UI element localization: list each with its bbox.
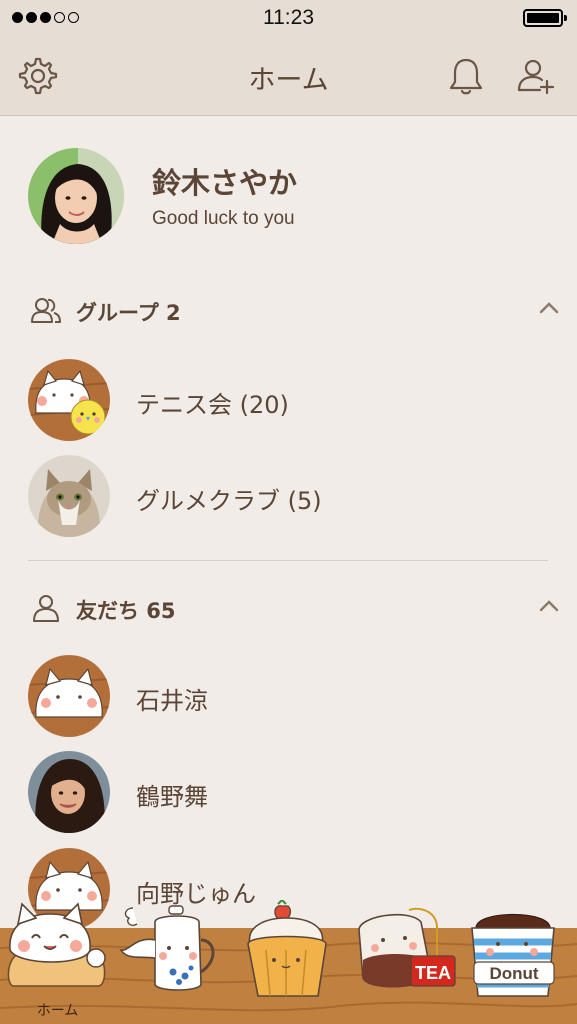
chevron-up-icon[interactable] [538,300,560,316]
donut-label-text: Donut [489,964,538,983]
groups-section-header[interactable]: グループ 2 [30,294,560,328]
section-divider [28,560,548,561]
tab-4[interactable]: TEA [345,900,460,1024]
profile-name: 鈴木さやか [152,166,298,200]
friend-avatar-photo [28,751,110,833]
group-avatar-cat-photo [28,455,110,537]
friend-row[interactable]: 石井涼 [28,655,548,739]
group-avatar-cat-bird [28,359,110,441]
friend-name: 鶴野舞 [136,783,208,811]
friend-icon [30,594,62,622]
battery-icon [523,9,567,27]
group-name: グルメクラブ (5) [136,487,322,515]
chevron-up-icon[interactable] [538,598,560,614]
friends-section-header[interactable]: 友だち 65 [30,592,560,626]
tab-2[interactable] [115,900,230,1024]
tab-5[interactable]: Donut [460,900,575,1024]
profile-status-message: Good luck to you [152,208,295,229]
group-icon [30,296,62,324]
friends-title: 友だち 65 [76,599,176,623]
donut-cup-icon: Donut [471,914,555,997]
friend-row[interactable]: 鶴野舞 [28,751,548,835]
teapot-icon [119,905,215,991]
profile-avatar[interactable] [28,148,124,244]
groups-title: グループ 2 [76,301,181,325]
notification-bell-icon[interactable] [446,56,486,96]
tea-tag-text: TEA [415,963,451,983]
tab-3[interactable] [230,900,345,1024]
tab-home[interactable]: ホーム [0,900,115,1024]
bread-cat-icon [7,902,106,987]
status-bar: 11:23 [0,0,577,36]
page-title: ホーム [248,65,329,96]
add-friend-icon[interactable] [516,56,556,96]
status-time: 11:23 [263,6,314,29]
my-profile[interactable]: 鈴木さやか Good luck to you [28,148,548,244]
group-row[interactable]: テニス会 (20) [28,359,548,443]
group-name: テニス会 (20) [136,391,289,419]
tab-label: ホーム [36,1003,79,1019]
group-row[interactable]: グルメクラブ (5) [28,455,548,539]
cupcake-icon [247,900,327,997]
friend-avatar-cat [28,655,110,737]
tea-bag-icon: TEA [358,907,456,988]
friend-name: 石井涼 [136,687,208,715]
nav-bar: ホーム [0,36,577,116]
